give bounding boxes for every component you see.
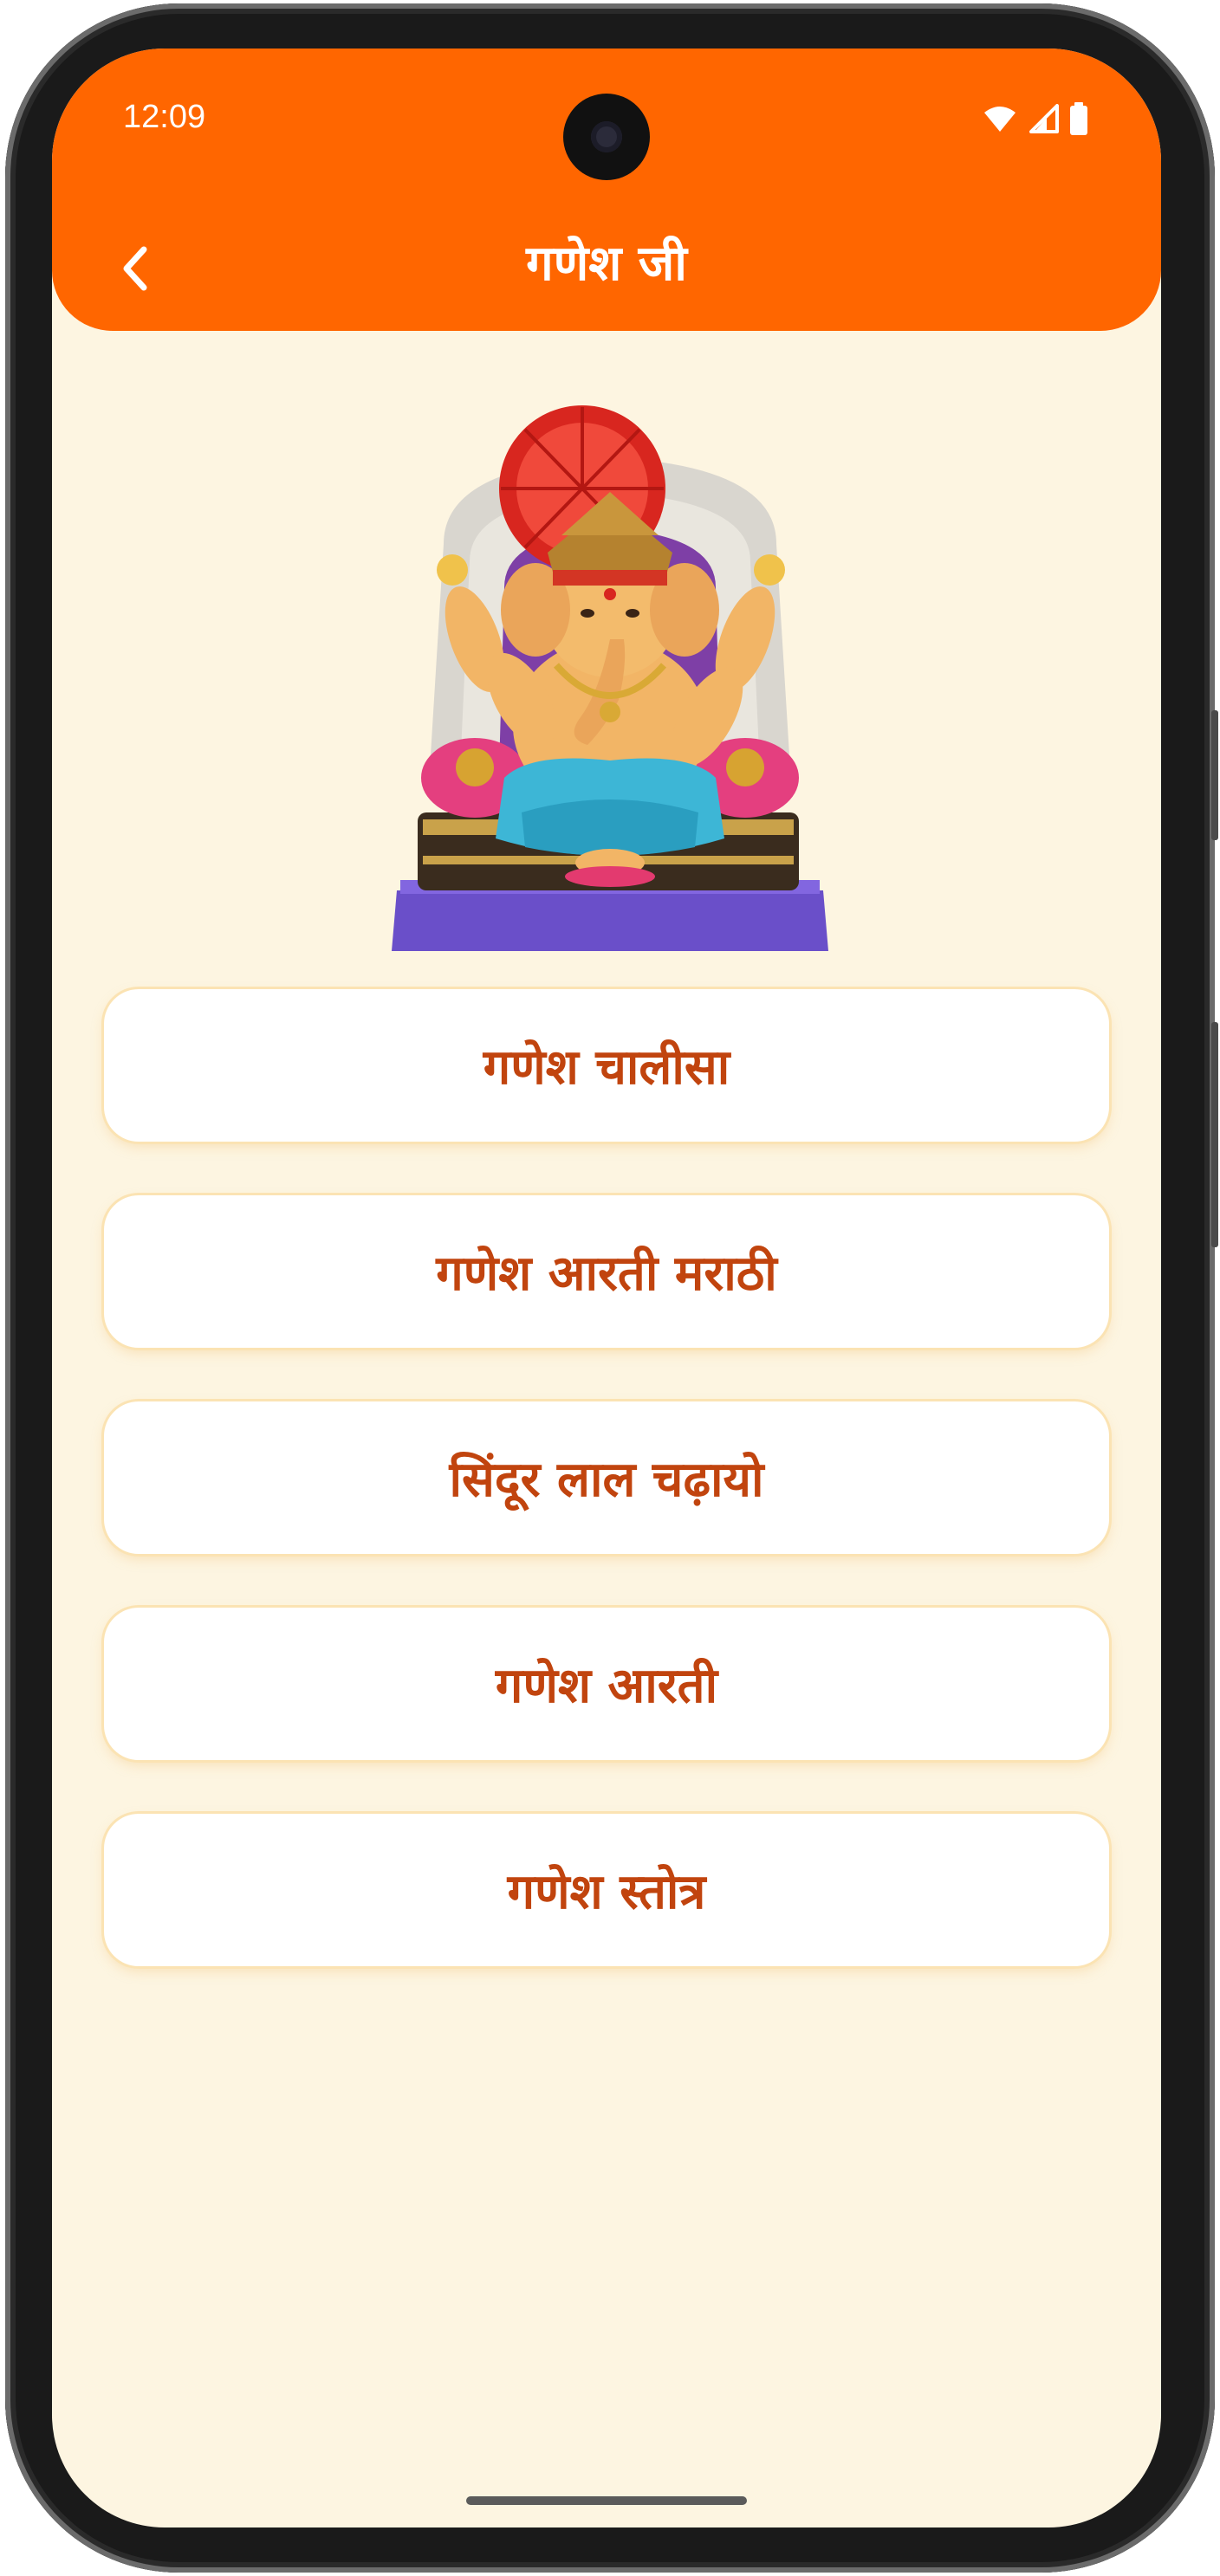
home-indicator[interactable] [466, 2496, 747, 2505]
menu-list: गणेश चालीसा गणेश आरती मराठी सिंदूर लाल च… [104, 989, 1109, 2020]
menu-item-ganesh-chalisa[interactable]: गणेश चालीसा [104, 989, 1109, 1142]
power-button [1211, 1022, 1218, 1247]
menu-item-sindoor-lal-chadhayo[interactable]: सिंदूर लाल चढ़ायो [104, 1401, 1109, 1554]
ganesha-image [392, 405, 828, 951]
app-bar: 12:09 गणेश जी [52, 49, 1161, 331]
volume-button [1211, 710, 1218, 840]
menu-item-label: गणेश आरती [495, 1657, 718, 1714]
signal-icon [1029, 104, 1059, 133]
page-title: गणेश जी [526, 236, 687, 292]
front-camera [563, 94, 650, 180]
status-icons [983, 102, 1088, 135]
menu-item-label: गणेश चालीसा [483, 1039, 730, 1096]
menu-item-label: गणेश आरती मराठी [436, 1245, 777, 1302]
screen: 12:09 गणेश जी गणेश चालीसा गणेश आरती मराठ… [52, 49, 1161, 2527]
menu-item-label: सिंदूर लाल चढ़ायो [449, 1451, 764, 1508]
status-time: 12:09 [123, 99, 206, 135]
phone-device: 12:09 गणेश जी गणेश चालीसा गणेश आरती मराठ… [0, 0, 1220, 2576]
menu-item-ganesh-stotra[interactable]: गणेश स्तोत्र [104, 1814, 1109, 1966]
menu-item-ganesh-aarti-marathi[interactable]: गणेश आरती मराठी [104, 1195, 1109, 1348]
battery-icon [1070, 102, 1087, 135]
wifi-icon [984, 107, 1016, 132]
menu-item-label: गणेश स्तोत्र [507, 1863, 706, 1920]
menu-item-ganesh-aarti[interactable]: गणेश आरती [104, 1608, 1109, 1760]
